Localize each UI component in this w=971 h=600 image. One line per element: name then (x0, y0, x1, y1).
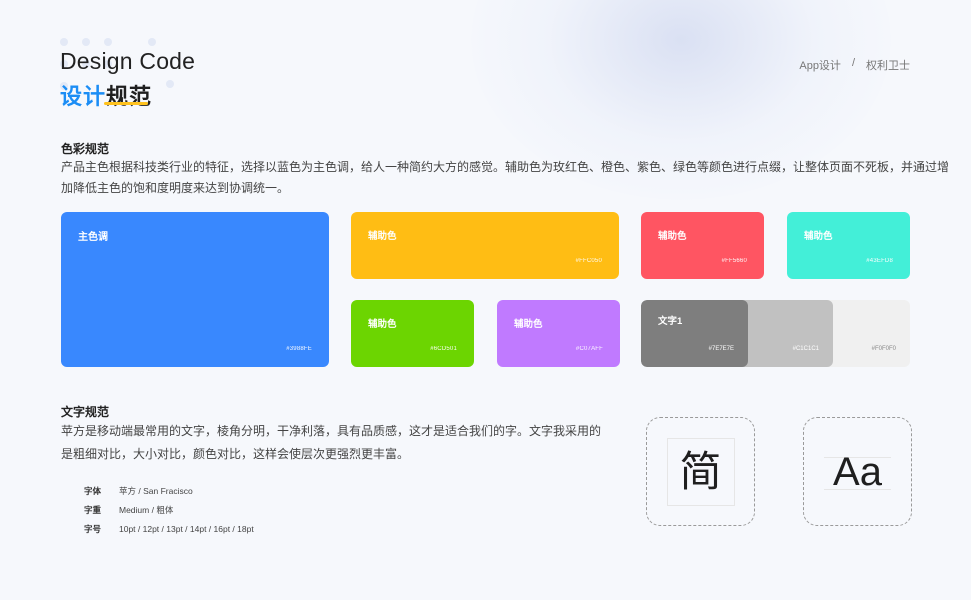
subtitle-dark: 规范 (106, 84, 153, 109)
subtitle-blue: 设计 (60, 84, 107, 109)
spec-row-font: 字体 苹方 / San Fracisco (84, 481, 254, 500)
spec-key: 字号 (84, 523, 102, 534)
auxiliary-color-swatch-purple: 辅助色 #C07AFF (497, 300, 620, 367)
swatch-label: 辅助色 (658, 231, 687, 242)
swatch-label: 主色调 (78, 232, 108, 243)
color-section-desc: 产品主色根据科技类行业的特征，选择以蓝色为主色调，给人一种简约大方的感觉。辅助色… (61, 157, 949, 199)
auxiliary-color-swatch-teal: 辅助色 #43EFD8 (787, 212, 910, 279)
swatch-hex: #FF5660 (721, 258, 747, 264)
text-color-strip: #F0F0F0 #C1C1C1 文字1 #7E7E7E (641, 300, 910, 367)
font-specs: 字体 苹方 / San Fracisco 字重 Medium / 粗体 字号 1… (84, 481, 254, 538)
glyph-latin: Aa (833, 450, 882, 494)
spec-row-size: 字号 10pt / 12pt / 13pt / 14pt / 16pt / 18… (84, 519, 254, 538)
page-subtitle: 设计规范 (60, 79, 152, 111)
swatch-hex: #3988FE (286, 346, 312, 352)
page-title: Design Code (60, 48, 196, 74)
spec-value: 10pt / 12pt / 13pt / 14pt / 16pt / 18pt (119, 523, 254, 534)
color-section-title: 色彩规范 (61, 142, 110, 156)
swatch-label: 辅助色 (804, 231, 833, 242)
color-desc-line-1: 产品主色根据科技类行业的特征，选择以蓝色为主色调，给人一种简约大方的感觉。辅助色… (61, 160, 950, 174)
auxiliary-color-swatch-green: 辅助色 #6CD501 (351, 300, 474, 367)
swatch-label: 辅助色 (514, 319, 543, 330)
breadcrumb: App设计 / 权利卫士 (799, 57, 910, 73)
spec-key: 字重 (84, 504, 102, 515)
auxiliary-color-swatch-orange: 辅助色 #FFC050 (351, 212, 619, 279)
swatch-hex: #6CD501 (430, 346, 457, 352)
spec-row-weight: 字重 Medium / 粗体 (84, 500, 254, 519)
breadcrumb-item-rights-guard[interactable]: 权利卫士 (866, 57, 910, 73)
swatch-label: 辅助色 (368, 231, 397, 242)
text-desc-line-2: 是粗细对比，大小对比，颜色对比，这样会使层次更强烈更丰富。 (61, 447, 410, 461)
text-color-dark: 文字1 #7E7E7E (641, 300, 748, 367)
auxiliary-color-swatch-red: 辅助色 #FF5660 (641, 212, 764, 279)
swatch-label: 文字1 (658, 316, 683, 327)
swatch-hex: #7E7E7E (708, 346, 734, 352)
primary-color-swatch: 主色调 #3988FE (61, 212, 329, 367)
color-desc-line-2: 加降低主色的饱和度明度来达到协调统一。 (61, 181, 290, 195)
text-desc-line-1: 苹方是移动端最常用的文字，棱角分明，干净利落，具有品质感，这才是适合我们的字。文… (61, 424, 602, 438)
glyph-sample-latin: Aa (803, 417, 912, 526)
title-underline (104, 102, 148, 105)
spec-value: Medium / 粗体 (119, 504, 174, 515)
spec-value: 苹方 / San Fracisco (119, 485, 193, 496)
glyph-chinese: 简 (679, 448, 722, 495)
breadcrumb-separator: / (851, 57, 855, 69)
swatch-label: 辅助色 (368, 319, 397, 330)
glyph-sample-chinese: 简 (646, 417, 755, 526)
swatch-hex: #C07AFF (575, 346, 603, 352)
swatch-hex: #43EFD8 (866, 258, 893, 264)
swatch-hex: #FFC050 (575, 258, 602, 264)
spec-key: 字体 (84, 485, 102, 496)
text-color-mid: #C1C1C1 (741, 300, 833, 367)
swatch-hex: #F0F0F0 (871, 346, 896, 352)
text-section-title: 文字规范 (61, 405, 110, 419)
text-color-light: #F0F0F0 (828, 300, 910, 367)
swatch-hex: #C1C1C1 (792, 346, 819, 352)
text-section-desc: 苹方是移动端最常用的文字，棱角分明，干净利落，具有品质感，这才是适合我们的字。文… (61, 420, 601, 466)
breadcrumb-item-app-design[interactable]: App设计 (799, 57, 841, 73)
